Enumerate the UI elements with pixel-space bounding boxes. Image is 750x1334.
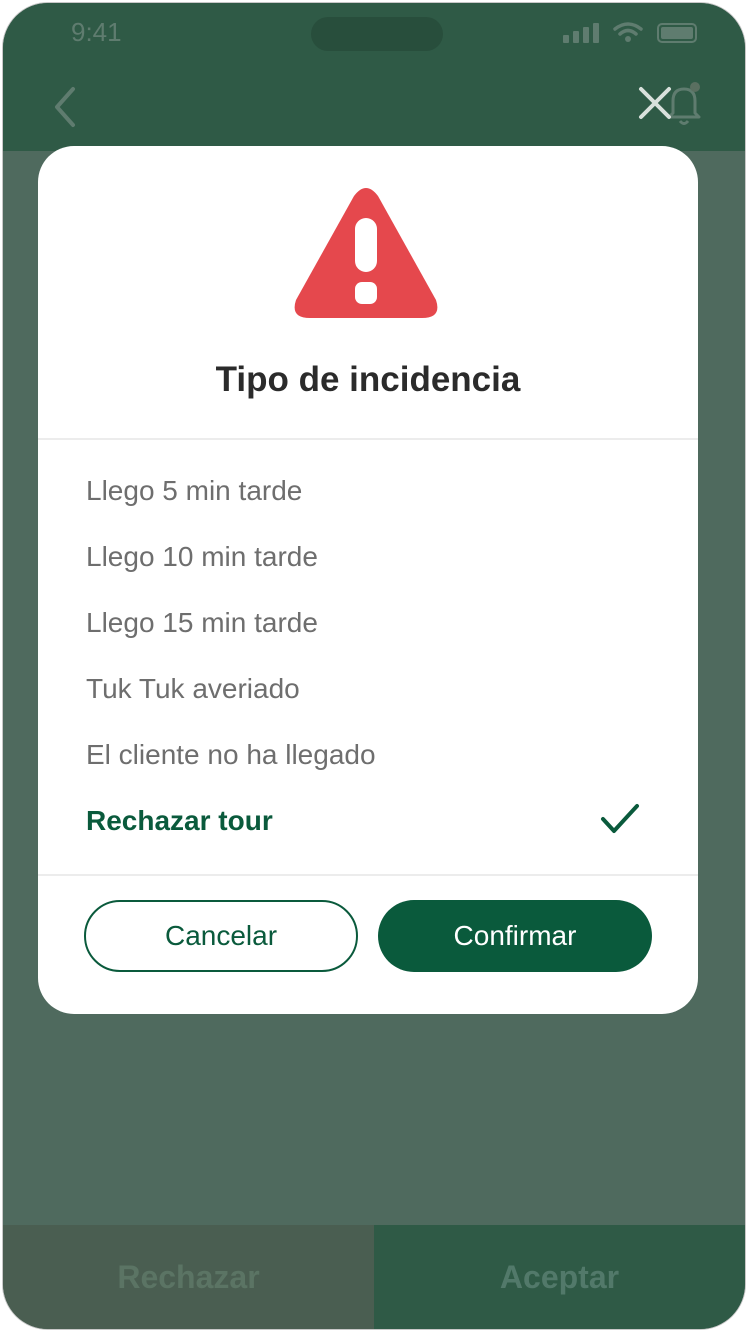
- wifi-icon: [613, 22, 643, 42]
- option-late-5[interactable]: Llego 5 min tarde: [38, 458, 698, 524]
- divider: [38, 874, 698, 876]
- divider: [38, 438, 698, 440]
- signal-icon: [563, 23, 599, 43]
- option-label: Llego 5 min tarde: [86, 475, 303, 506]
- status-time: 9:41: [71, 17, 122, 47]
- option-label: Tuk Tuk averiado: [86, 673, 300, 704]
- status-bar: 9:41: [3, 3, 745, 63]
- option-late-15[interactable]: Llego 15 min tarde: [38, 590, 698, 656]
- cancel-button[interactable]: Cancelar: [84, 900, 358, 972]
- battery-icon: [657, 23, 697, 43]
- option-label: Llego 15 min tarde: [86, 607, 318, 638]
- confirm-button[interactable]: Confirmar: [378, 900, 652, 972]
- option-label: Rechazar tour: [86, 805, 273, 836]
- option-label: Llego 10 min tarde: [86, 541, 318, 572]
- notch: [311, 17, 443, 51]
- option-reject-tour[interactable]: Rechazar tour: [38, 788, 698, 854]
- option-label: El cliente no ha llegado: [86, 739, 376, 770]
- option-late-10[interactable]: Llego 10 min tarde: [38, 524, 698, 590]
- close-icon[interactable]: [635, 83, 675, 123]
- warning-triangle-icon: [294, 188, 438, 318]
- check-icon: [601, 804, 639, 833]
- dialog-title: Tipo de incidencia: [215, 360, 521, 399]
- app-header: 9:41: [3, 3, 745, 151]
- option-client-no-show[interactable]: El cliente no ha llegado: [38, 722, 698, 788]
- chevron-left-icon[interactable]: [47, 85, 87, 129]
- option-tuktuk-broken[interactable]: Tuk Tuk averiado: [38, 656, 698, 722]
- status-icons: [563, 21, 697, 43]
- accept-button[interactable]: Aceptar: [374, 1225, 745, 1329]
- bottom-action-bar: Rechazar Aceptar: [3, 1225, 745, 1329]
- reject-button[interactable]: Rechazar: [3, 1225, 374, 1329]
- incident-options-list: Llego 5 min tarde Llego 10 min tarde Lle…: [38, 458, 698, 854]
- incident-dialog: Tipo de incidencia Llego 5 min tarde Lle…: [38, 146, 698, 1014]
